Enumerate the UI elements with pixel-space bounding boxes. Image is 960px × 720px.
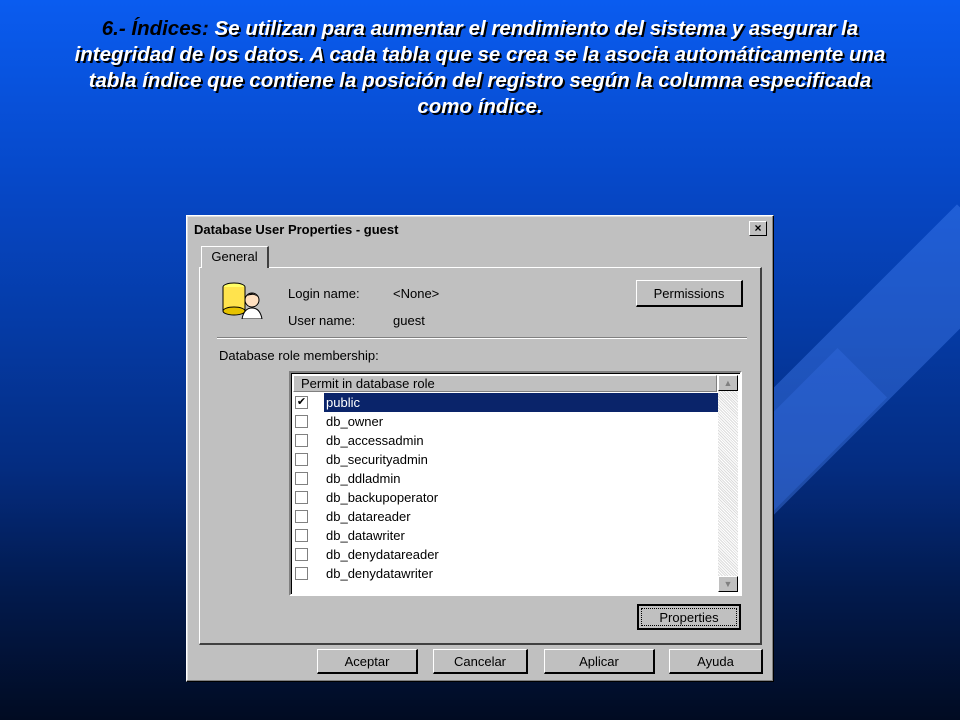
role-checkbox[interactable] [295, 415, 308, 428]
role-name: db_owner [326, 414, 384, 429]
separator [217, 337, 747, 339]
role-checkbox[interactable]: ✔ [295, 396, 308, 409]
role-checkbox[interactable] [295, 548, 308, 561]
help-button[interactable]: Ayuda [669, 649, 763, 674]
role-rows: ✔ public db_owner db_accessadmin db_security… [293, 393, 718, 583]
role-name: public [324, 393, 718, 412]
role-checkbox[interactable] [295, 567, 308, 580]
database-user-icon [222, 282, 263, 319]
role-name: db_denydatareader [326, 547, 439, 562]
slide-keyword: Índices: [131, 17, 209, 40]
title-bar: Database User Properties - guest × [190, 219, 770, 239]
database-user-properties-dialog: Database User Properties - guest × Gener… [186, 215, 774, 682]
list-item[interactable]: db_denydatareader [293, 545, 718, 564]
dialog-title: Database User Properties - guest [194, 221, 399, 237]
tab-general[interactable]: General [201, 246, 269, 268]
role-name: db_datareader [326, 509, 411, 524]
vertical-scrollbar[interactable]: ▲ ▼ [718, 375, 738, 592]
close-button[interactable]: × [749, 221, 767, 236]
permissions-button[interactable]: Permissions [636, 280, 743, 307]
properties-button[interactable]: Properties [637, 604, 741, 630]
role-name: db_denydatawriter [326, 566, 433, 581]
cancel-button[interactable]: Cancelar [433, 649, 528, 674]
user-name-label: User name: [288, 313, 356, 328]
list-item[interactable]: db_datareader [293, 507, 718, 526]
role-checkbox[interactable] [295, 472, 308, 485]
list-item[interactable]: ✔ public [293, 393, 718, 412]
list-item[interactable]: db_denydatawriter [293, 564, 718, 583]
list-header-permit[interactable]: Permit in database role [293, 375, 717, 392]
slide-number: 6.- [101, 17, 126, 40]
login-name-label: Login name: [288, 286, 360, 301]
list-item[interactable]: db_accessadmin [293, 431, 718, 450]
role-name: db_backupoperator [326, 490, 439, 505]
role-name: db_securityadmin [326, 452, 428, 467]
scroll-up-button[interactable]: ▲ [718, 375, 738, 391]
role-membership-label: Database role membership: [219, 348, 379, 363]
role-checkbox[interactable] [295, 491, 308, 504]
role-checkbox[interactable] [295, 434, 308, 447]
role-checkbox[interactable] [295, 453, 308, 466]
login-name-value: <None> [393, 286, 440, 301]
apply-button[interactable]: Aplicar [544, 649, 655, 674]
list-item[interactable]: db_ddladmin [293, 469, 718, 488]
list-item[interactable]: db_securityadmin [293, 450, 718, 469]
role-checkbox[interactable] [295, 529, 308, 542]
ok-button[interactable]: Aceptar [317, 649, 418, 674]
role-name: db_ddladmin [326, 471, 401, 486]
list-item[interactable]: db_owner [293, 412, 718, 431]
slide-text: 6.- Índices: Se utilizan para aumentar e… [60, 16, 900, 120]
list-item[interactable]: db_backupoperator [293, 488, 718, 507]
role-list[interactable]: Permit in database role ✔ public db_ownerd… [289, 371, 742, 596]
user-name-value: guest [393, 313, 425, 328]
role-name: db_datawriter [326, 528, 405, 543]
role-checkbox[interactable] [295, 510, 308, 523]
list-item[interactable]: db_datawriter [293, 526, 718, 545]
role-name: db_accessadmin [326, 433, 424, 448]
scroll-down-button[interactable]: ▼ [718, 576, 738, 592]
